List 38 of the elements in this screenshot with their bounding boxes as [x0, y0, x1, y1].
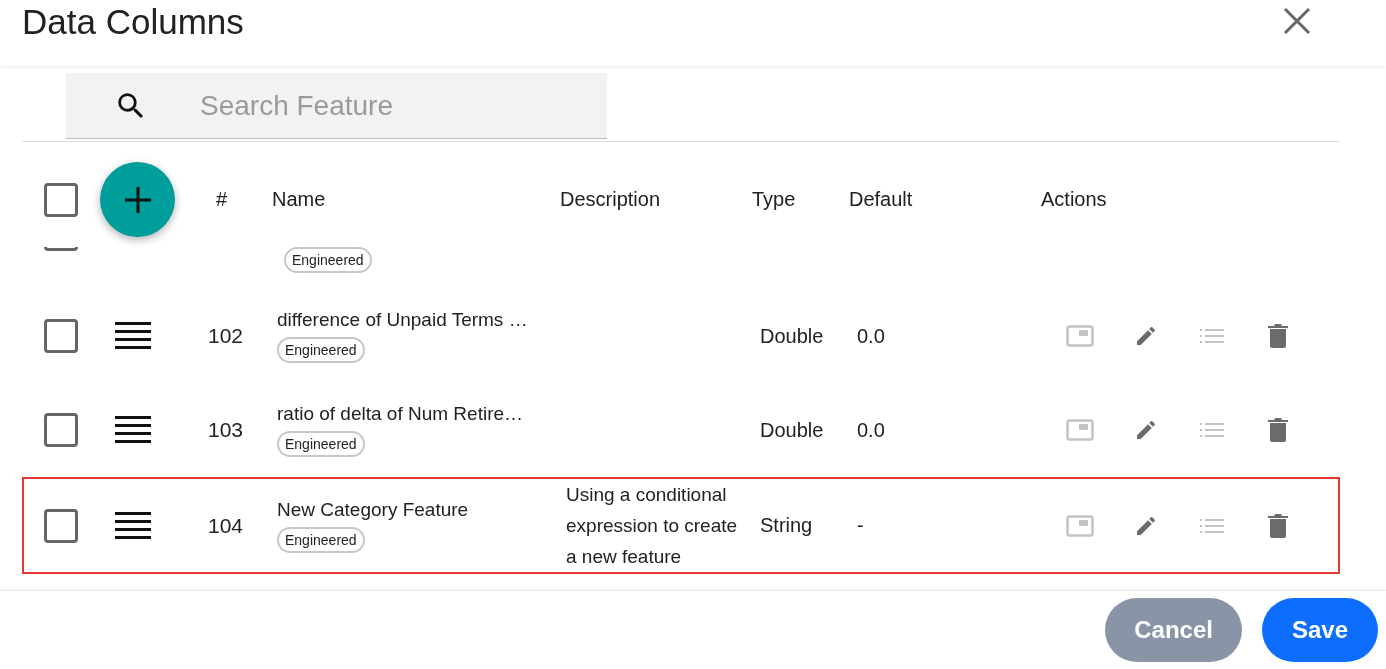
- type-text: Double: [760, 418, 824, 442]
- default-text: 0.0: [857, 418, 885, 442]
- column-header: Description: [560, 188, 661, 211]
- column-header: #: [215, 188, 228, 211]
- type-text: String: [760, 514, 813, 537]
- row-number: 103: [208, 418, 244, 442]
- save-button[interactable]: Save: [1261, 598, 1378, 662]
- column-header: Default: [849, 188, 913, 211]
- checkbox[interactable]: [44, 413, 78, 447]
- add-button[interactable]: [100, 162, 175, 237]
- default-text: 0.0: [857, 324, 885, 348]
- default-text: -: [857, 514, 864, 537]
- column-header: Type: [752, 188, 796, 211]
- type-text: Double: [760, 324, 824, 348]
- row-number: 102: [208, 324, 244, 348]
- search-bar[interactable]: Search Feature: [66, 73, 607, 139]
- dialog-title: Data Columns: [22, 2, 244, 42]
- drag-handle-icon[interactable]: [115, 511, 151, 540]
- row-number: 104: [208, 513, 244, 538]
- plus-icon: [122, 184, 153, 215]
- tag-chip: Engineered: [277, 526, 365, 553]
- feature-name: ratio of delta of Num Retire…: [277, 403, 524, 425]
- feature-name: difference of Unpaid Terms …: [277, 309, 528, 331]
- select-all-checkbox[interactable]: [44, 182, 78, 217]
- checkbox[interactable]: [44, 319, 78, 353]
- tag-chip: Engineered: [277, 431, 365, 457]
- search-field[interactable]: Search Feature: [198, 88, 558, 123]
- tag-chip: Engineered: [277, 337, 365, 363]
- checkbox[interactable]: [44, 508, 78, 543]
- description-text: Using a conditional expression to create a new feature: [566, 483, 739, 569]
- drag-handle-icon[interactable]: [115, 322, 151, 350]
- tag-chip: Engineered: [284, 247, 372, 273]
- checkbox[interactable]: [44, 247, 78, 251]
- cancel-button[interactable]: Cancel: [1105, 598, 1242, 662]
- column-header: Name: [272, 188, 326, 211]
- column-header: Actions: [1041, 188, 1107, 211]
- feature-name: New Category Feature: [277, 498, 469, 521]
- drag-handle-icon[interactable]: [115, 416, 151, 444]
